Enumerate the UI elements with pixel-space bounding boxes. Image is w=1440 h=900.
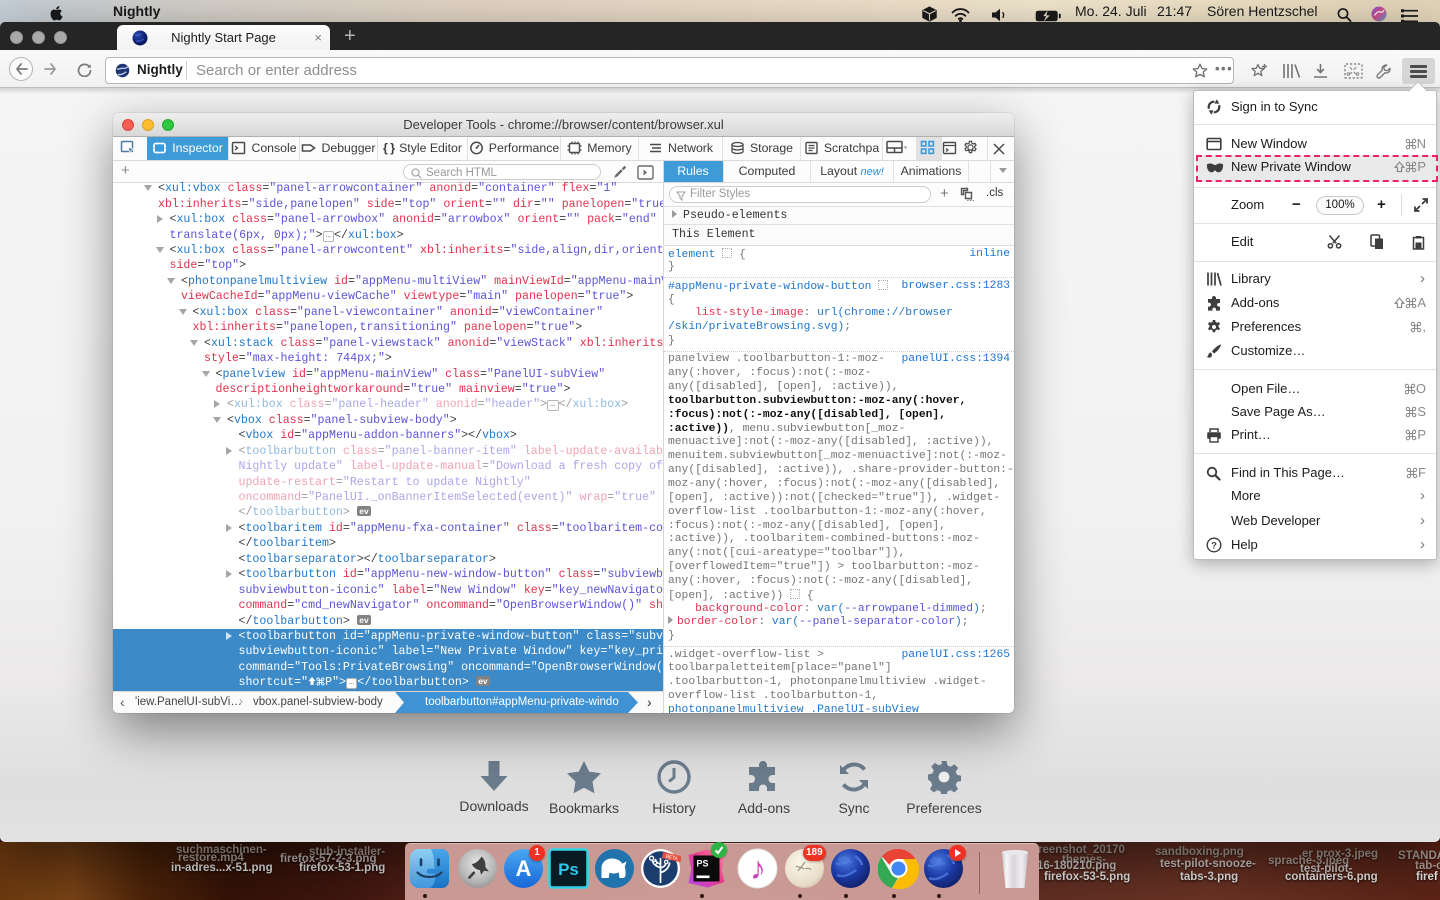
svg-text:Ps: Ps [558,860,579,879]
svg-text:PS: PS [696,859,708,869]
svg-text:?: ? [1211,540,1217,551]
svg-text:♪: ♪ [750,850,766,886]
svg-text:A: A [515,856,531,881]
